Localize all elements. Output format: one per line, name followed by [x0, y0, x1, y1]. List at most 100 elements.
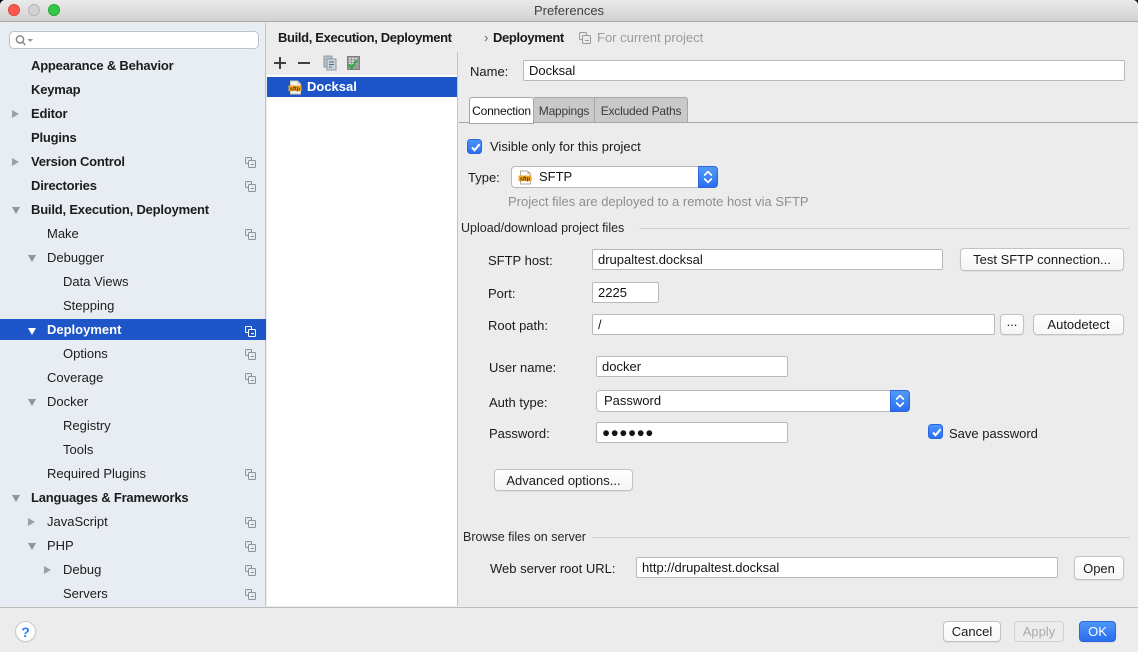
shared-settings-icon	[245, 229, 256, 240]
copy-server-button[interactable]	[321, 54, 339, 72]
cancel-button[interactable]: Cancel	[943, 621, 1001, 642]
advanced-options-button[interactable]: Advanced options...	[494, 469, 633, 491]
sidebar-item-coverage[interactable]: Coverage	[0, 366, 266, 390]
collapse-arrow-icon[interactable]	[12, 495, 20, 502]
collapse-arrow-icon[interactable]	[28, 328, 36, 335]
autodetect-button[interactable]: Autodetect	[1033, 314, 1124, 335]
apply-button[interactable]: Apply	[1014, 621, 1064, 642]
sidebar-item-directories[interactable]: Directories	[0, 174, 266, 198]
sidebar-item-label: Debugger	[47, 246, 104, 270]
sidebar-item-servers[interactable]: Servers	[0, 582, 266, 606]
sidebar-item-tools[interactable]: Tools	[0, 438, 266, 462]
tab-connection[interactable]: Connection	[469, 97, 534, 124]
sidebar-item-appearance-behavior[interactable]: Appearance & Behavior	[0, 54, 266, 78]
web-root-input[interactable]: http://drupaltest.docksal	[636, 557, 1058, 578]
sidebar-item-label: Keymap	[31, 78, 80, 102]
type-select-value: SFTP	[539, 167, 572, 187]
sidebar-item-label: PHP	[47, 534, 74, 558]
collapse-arrow-icon[interactable]	[28, 399, 36, 406]
tab-excluded-paths[interactable]: Excluded Paths	[594, 97, 688, 123]
open-button[interactable]: Open	[1074, 556, 1124, 580]
for-current-project-icon	[579, 32, 591, 44]
type-select[interactable]: sftp SFTP	[511, 166, 718, 188]
sidebar-item-debug[interactable]: Debug	[0, 558, 266, 582]
shared-settings-icon	[245, 565, 256, 576]
expand-arrow-icon[interactable]	[28, 518, 35, 526]
sidebar-item-docker[interactable]: Docker	[0, 390, 266, 414]
type-caption: Project files are deployed to a remote h…	[508, 194, 809, 209]
test-sftp-connection-button[interactable]: Test SFTP connection...	[960, 248, 1124, 271]
sidebar-item-version-control[interactable]: Version Control	[0, 150, 266, 174]
sftp-host-input[interactable]: drupaltest.docksal	[592, 249, 943, 270]
tab-mappings[interactable]: Mappings	[534, 97, 594, 123]
expand-arrow-icon[interactable]	[12, 110, 19, 118]
expand-arrow-icon[interactable]	[44, 566, 51, 574]
collapse-arrow-icon[interactable]	[28, 255, 36, 262]
name-label: Name:	[470, 64, 508, 79]
sidebar-item-label: Version Control	[31, 150, 125, 174]
sidebar-item-debugger[interactable]: Debugger	[0, 246, 266, 270]
server-list: sftp Docksal	[267, 75, 457, 606]
sidebar-item-make[interactable]: Make	[0, 222, 266, 246]
browse-root-path-button[interactable]: ...	[1000, 314, 1024, 335]
shared-settings-icon	[245, 181, 256, 192]
user-name-input[interactable]: docker	[596, 356, 788, 377]
search-input[interactable]	[9, 31, 259, 49]
port-input[interactable]: 2225	[592, 282, 659, 303]
web-root-label: Web server root URL:	[490, 561, 615, 576]
sidebar-item-build-execution-deployment[interactable]: Build, Execution, Deployment	[0, 198, 266, 222]
sidebar-item-javascript[interactable]: JavaScript	[0, 510, 266, 534]
browse-section-title: Browse files on server	[463, 530, 586, 544]
sidebar-item-php[interactable]: PHP	[0, 534, 266, 558]
title-bar: Preferences	[0, 0, 1138, 22]
sidebar-item-plugins[interactable]: Plugins	[0, 126, 266, 150]
window-title: Preferences	[0, 0, 1138, 22]
sftp-host-label: SFTP host:	[488, 253, 553, 268]
shared-settings-icon	[245, 469, 256, 480]
updown-chevrons-icon	[895, 394, 905, 408]
sidebar-item-stepping[interactable]: Stepping	[0, 294, 266, 318]
breadcrumb-parent[interactable]: Build, Execution, Deployment	[278, 23, 452, 52]
help-button[interactable]: ?	[15, 621, 36, 642]
root-path-input[interactable]: /	[592, 314, 995, 335]
sidebar-item-label: Registry	[63, 414, 111, 438]
shared-settings-icon	[245, 517, 256, 528]
sidebar-item-deployment[interactable]: Deployment	[0, 319, 266, 340]
sidebar-item-label: Docker	[47, 390, 88, 414]
save-password-checkbox[interactable]	[928, 424, 943, 439]
visible-only-checkbox[interactable]	[467, 139, 482, 154]
add-server-button[interactable]	[271, 54, 289, 72]
collapse-arrow-icon[interactable]	[28, 543, 36, 550]
sidebar-item-keymap[interactable]: Keymap	[0, 78, 266, 102]
collapse-arrow-icon[interactable]	[12, 207, 20, 214]
sidebar-item-label: Stepping	[63, 294, 114, 318]
sidebar-item-label: Languages & Frameworks	[31, 486, 188, 510]
shared-settings-icon	[245, 541, 256, 552]
save-password-label: Save password	[949, 426, 1038, 441]
server-list-item-docksal[interactable]: sftp Docksal	[267, 77, 457, 97]
sidebar-item-registry[interactable]: Registry	[0, 414, 266, 438]
password-input[interactable]: ●●●●●●	[596, 422, 788, 443]
sidebar-item-label: Servers	[63, 582, 108, 606]
ok-button[interactable]: OK	[1079, 621, 1116, 642]
sidebar-item-options[interactable]: Options	[0, 342, 266, 366]
sidebar-item-editor[interactable]: Editor	[0, 102, 266, 126]
breadcrumb: Build, Execution, Deployment › Deploymen…	[267, 23, 1138, 52]
type-select-stepper	[698, 166, 718, 188]
sidebar-item-data-views[interactable]: Data Views	[0, 270, 266, 294]
shared-settings-icon	[245, 349, 256, 360]
remove-server-button[interactable]	[295, 54, 313, 72]
sidebar-item-languages-frameworks[interactable]: Languages & Frameworks	[0, 486, 266, 510]
svg-text:sftp: sftp	[290, 86, 301, 92]
for-current-project-label: For current project	[597, 23, 703, 52]
sidebar-item-required-plugins[interactable]: Required Plugins	[0, 462, 266, 486]
checkmark-icon	[931, 427, 943, 438]
sidebar-item-label: Plugins	[31, 126, 77, 150]
expand-arrow-icon[interactable]	[12, 158, 19, 166]
use-as-default-button[interactable]	[344, 54, 362, 72]
server-list-toolbar	[267, 52, 458, 75]
name-input[interactable]: Docksal	[523, 60, 1125, 81]
breadcrumb-current: Deployment	[493, 23, 564, 52]
search-icon	[14, 34, 38, 47]
auth-type-select[interactable]: Password	[596, 390, 910, 412]
